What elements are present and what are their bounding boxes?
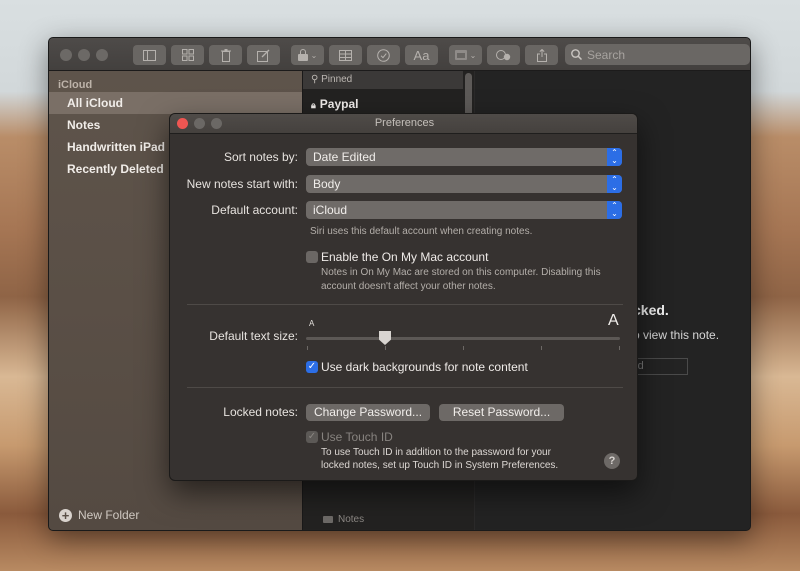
popup-arrows-icon: ⌃ ⌄ bbox=[607, 148, 622, 166]
new-notes-popup[interactable]: Body ⌃ ⌄ bbox=[306, 175, 622, 193]
note-folder-label: Notes bbox=[323, 514, 364, 525]
folder-icon bbox=[323, 516, 333, 523]
compose-button[interactable] bbox=[247, 45, 280, 65]
gallery-view-button[interactable] bbox=[171, 45, 204, 65]
reset-password-button[interactable]: Reset Password... bbox=[439, 404, 564, 421]
sort-notes-label: Sort notes by: bbox=[223, 150, 298, 164]
preferences-dialog: Preferences Sort notes by: Date Edited ⌃… bbox=[169, 113, 638, 481]
note-title: Paypal bbox=[319, 97, 359, 111]
media-icon bbox=[454, 50, 467, 60]
pin-icon: ⚲ bbox=[311, 74, 322, 85]
chevron-down-icon: ⌄ bbox=[469, 50, 477, 60]
locked-notes-label: Locked notes: bbox=[223, 405, 298, 419]
slider-tick bbox=[307, 346, 308, 350]
format-button[interactable]: Aa bbox=[405, 45, 438, 65]
slider-tick bbox=[385, 346, 386, 350]
sidebar-item-all-icloud[interactable]: All iCloud bbox=[49, 92, 302, 114]
sidebar-icon bbox=[143, 49, 156, 61]
table-button[interactable] bbox=[329, 45, 362, 65]
checklist-button[interactable] bbox=[367, 45, 400, 65]
change-password-button[interactable]: Change Password... bbox=[306, 404, 430, 421]
add-people-icon bbox=[496, 50, 511, 61]
help-button[interactable]: ? bbox=[604, 453, 620, 469]
dialog-title: Preferences bbox=[374, 117, 435, 129]
grid-icon bbox=[181, 49, 194, 61]
dark-backgrounds-label: Use dark backgrounds for note content bbox=[321, 360, 528, 374]
text-size-slider[interactable] bbox=[306, 337, 620, 340]
slider-tick bbox=[463, 346, 464, 350]
sidebar-toggle-button[interactable] bbox=[133, 45, 166, 65]
search-placeholder: Search bbox=[587, 47, 626, 62]
minimize-window-button[interactable] bbox=[78, 49, 90, 61]
default-account-popup[interactable]: iCloud ⌃ ⌄ bbox=[306, 201, 622, 219]
zoom-window-button[interactable] bbox=[96, 49, 108, 61]
locked-note-subtitle: o view this note. bbox=[633, 328, 720, 342]
collaborate-button[interactable] bbox=[487, 45, 520, 65]
popup-arrows-icon: ⌃ ⌄ bbox=[607, 201, 622, 219]
preferences-titlebar: Preferences bbox=[170, 114, 637, 134]
on-my-mac-note-line1: Notes in On My Mac are stored on this co… bbox=[321, 267, 601, 278]
new-folder-button[interactable]: + New Folder bbox=[59, 508, 139, 522]
sort-notes-popup[interactable]: Date Edited ⌃ ⌄ bbox=[306, 148, 622, 166]
notes-list-scrollbar[interactable] bbox=[465, 73, 472, 117]
touch-id-note-line2: locked notes, set up Touch ID in System … bbox=[321, 460, 559, 471]
touch-id-label: Use Touch ID bbox=[321, 430, 393, 444]
on-my-mac-checkbox[interactable] bbox=[306, 251, 318, 263]
share-button[interactable] bbox=[525, 45, 558, 65]
lock-icon bbox=[297, 49, 308, 61]
table-icon bbox=[339, 49, 352, 61]
pinned-header: ⚲ Pinned bbox=[303, 71, 463, 89]
new-folder-label: New Folder bbox=[78, 508, 140, 522]
new-notes-label: New notes start with: bbox=[186, 177, 298, 191]
trash-icon bbox=[220, 48, 231, 62]
chevron-down-icon: ⌄ bbox=[310, 50, 318, 60]
default-account-label: Default account: bbox=[211, 203, 298, 217]
popup-arrows-icon: ⌃ ⌄ bbox=[607, 175, 622, 193]
text-size-label: Default text size: bbox=[209, 329, 298, 343]
divider bbox=[187, 304, 623, 305]
delete-button[interactable] bbox=[209, 45, 242, 65]
compose-icon bbox=[257, 49, 270, 62]
close-window-button[interactable] bbox=[60, 49, 72, 61]
sidebar-section-icloud: iCloud bbox=[58, 79, 93, 91]
on-my-mac-label: Enable the On My Mac account bbox=[321, 250, 489, 264]
touch-id-note-line1: To use Touch ID in addition to the passw… bbox=[321, 447, 551, 458]
search-field[interactable]: Search bbox=[565, 44, 750, 65]
locked-note-title: cked. bbox=[633, 302, 669, 318]
toolbar: ⌄ Aa ⌄ Search bbox=[49, 38, 750, 71]
divider bbox=[187, 387, 623, 388]
checkmark-circle-icon bbox=[377, 48, 390, 62]
small-text-size-icon: A bbox=[309, 319, 315, 328]
default-account-note: Siri uses this default account when crea… bbox=[310, 226, 533, 237]
lock-icon: 🔒︎ bbox=[311, 100, 316, 110]
touch-id-checkbox: ✓ bbox=[306, 431, 318, 443]
lock-button[interactable]: ⌄ bbox=[291, 45, 324, 65]
slider-tick bbox=[619, 346, 620, 350]
on-my-mac-note-line2: account doesn't affect your other notes. bbox=[321, 281, 496, 292]
search-icon bbox=[571, 49, 582, 60]
attachments-button[interactable]: ⌄ bbox=[449, 45, 482, 65]
text-size-slider-thumb[interactable] bbox=[379, 331, 391, 345]
plus-circle-icon: + bbox=[59, 508, 72, 522]
text-format-icon: Aa bbox=[413, 47, 430, 63]
share-icon bbox=[536, 48, 547, 62]
dark-backgrounds-checkbox[interactable]: ✓ bbox=[306, 361, 318, 373]
large-text-size-icon: A bbox=[608, 312, 619, 329]
slider-tick bbox=[541, 346, 542, 350]
